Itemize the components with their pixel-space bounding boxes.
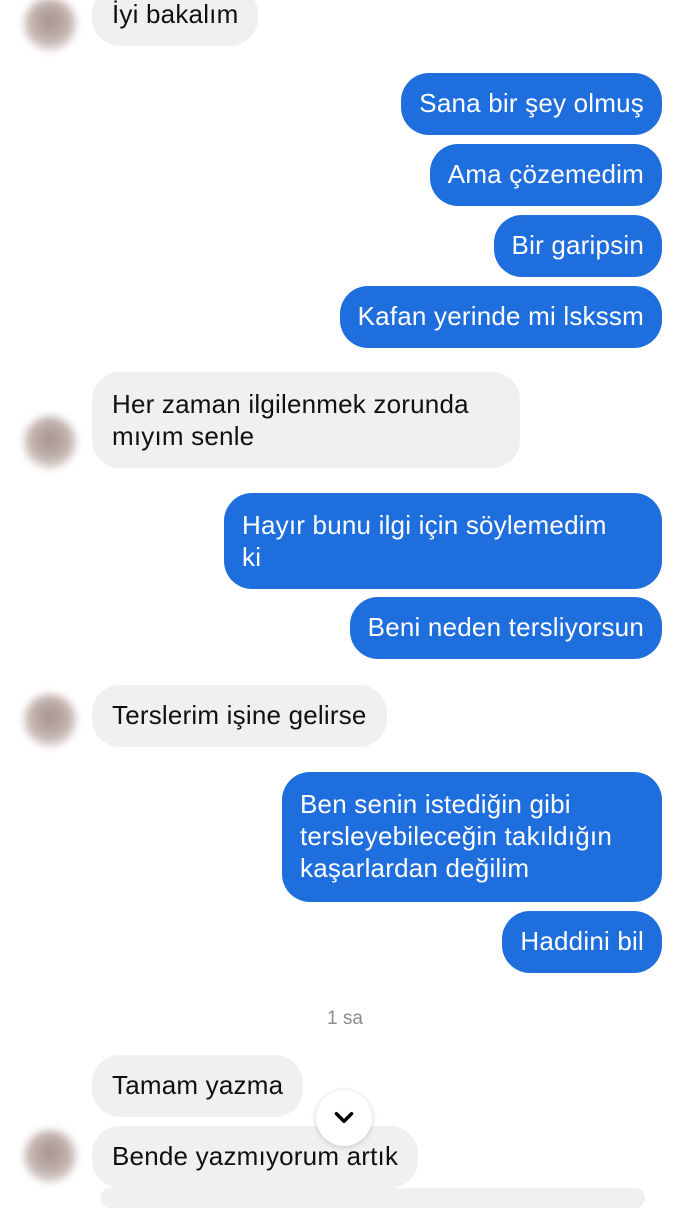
message-incoming[interactable]: Her zaman ilgilenmek zorunda mıyım senle: [92, 372, 520, 468]
message-outgoing[interactable]: Kafan yerinde mi lskssm: [339, 286, 662, 348]
message-incoming[interactable]: İyi bakalım: [92, 0, 259, 46]
message-text: Kafan yerinde mi lskssm: [357, 301, 644, 331]
message-text: Sana bir şey olmuş: [419, 88, 644, 118]
message-text: Haddini bil: [520, 926, 644, 956]
message-text-line: tersleyebileceğin takıldığın: [300, 821, 613, 851]
message-input-bar[interactable]: [100, 1188, 645, 1208]
avatar[interactable]: [24, 694, 76, 746]
message-incoming[interactable]: Bende yazmıyorum artık: [92, 1126, 419, 1188]
message-text-line: ki: [242, 542, 262, 572]
avatar[interactable]: [24, 0, 76, 50]
chevron-down-icon: [334, 1111, 354, 1123]
message-outgoing[interactable]: Ama çözemedim: [429, 144, 662, 206]
avatar[interactable]: [24, 1130, 76, 1182]
message-outgoing[interactable]: Haddini bil: [502, 911, 662, 973]
message-outgoing[interactable]: Beni neden tersliyorsun: [349, 597, 662, 659]
message-outgoing[interactable]: Hayır bunu ilgi için söylemedim ki: [224, 493, 662, 589]
message-text-line: kaşarlardan değilim: [300, 853, 530, 883]
message-outgoing[interactable]: Bir garipsin: [493, 215, 662, 277]
timestamp: 1 sa: [327, 1008, 363, 1029]
message-incoming[interactable]: Tamam yazma: [92, 1055, 304, 1117]
message-text-line: Hayır bunu ilgi için söylemedim: [242, 510, 607, 540]
message-text: Terslerim işine gelirse: [112, 700, 367, 730]
message-text-line: Ben senin istediğin gibi: [300, 789, 571, 819]
message-outgoing[interactable]: Ben senin istediğin gibi tersleyebileceğ…: [282, 772, 662, 902]
message-text-line: Her zaman ilgilenmek zorunda: [112, 389, 469, 419]
message-text: Bende yazmıyorum artık: [112, 1141, 399, 1171]
avatar[interactable]: [24, 416, 76, 468]
scroll-down-button[interactable]: [316, 1090, 372, 1146]
message-text: İyi bakalım: [112, 0, 239, 29]
message-text: Bir garipsin: [511, 230, 644, 260]
message-text: Tamam yazma: [112, 1070, 284, 1100]
message-text: Ama çözemedim: [447, 159, 644, 189]
message-text-line: mıyım senle: [112, 421, 255, 451]
message-outgoing[interactable]: Sana bir şey olmuş: [401, 73, 662, 135]
message-text: Beni neden tersliyorsun: [367, 612, 644, 642]
message-incoming[interactable]: Terslerim işine gelirse: [92, 685, 387, 747]
